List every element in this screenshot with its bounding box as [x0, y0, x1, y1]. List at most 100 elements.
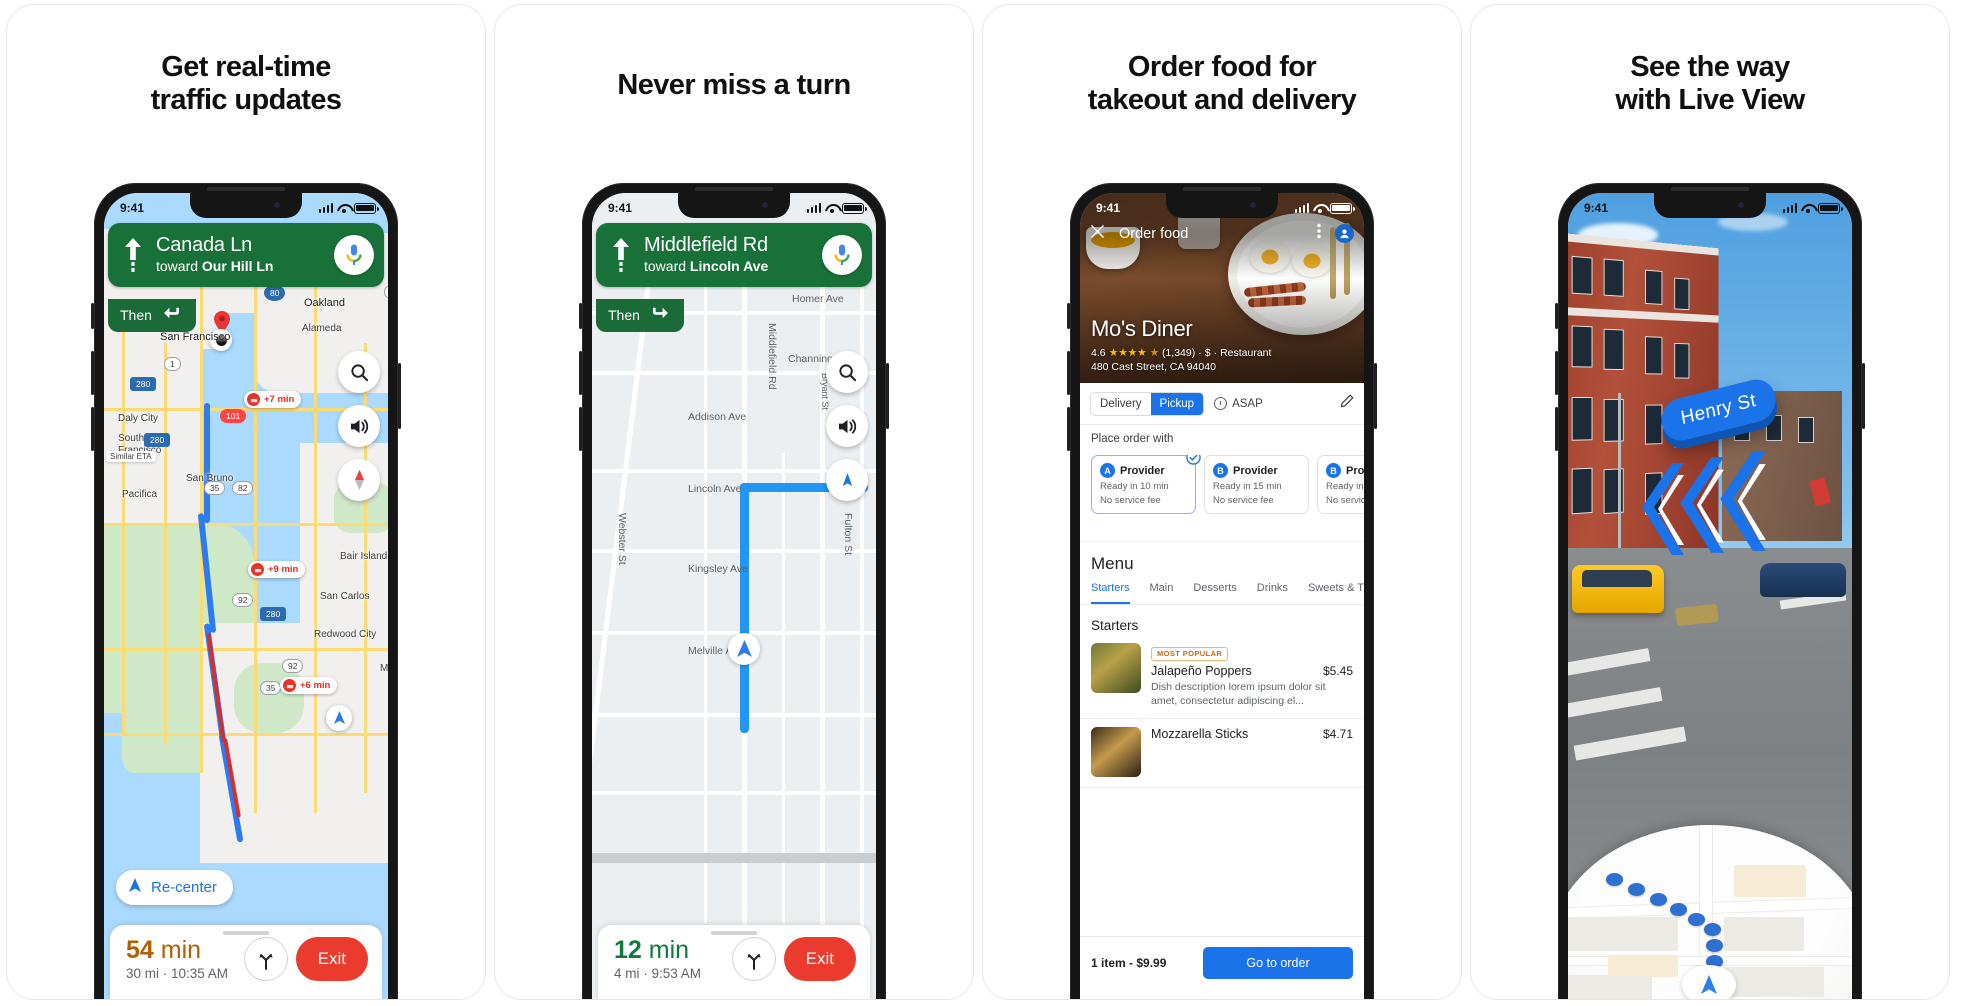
screenshot-gallery: Get real-time traffic updates San Franci…: [0, 0, 1964, 1006]
rating-value: 4.6: [1091, 346, 1106, 359]
provider-list[interactable]: A Provider Ready in 10 min No service fe…: [1091, 455, 1364, 514]
phone-screen: San Francisco Oakland Alameda Daly City …: [104, 193, 388, 999]
card-title: See the way with Live View: [1615, 51, 1805, 117]
order-item-summary: 1 item - $9.99: [1091, 956, 1167, 970]
drag-handle[interactable]: [711, 930, 757, 935]
map-label: San Carlos: [320, 591, 370, 602]
volume-down-button: [91, 407, 94, 451]
traffic-alert-chip[interactable]: +6 min: [280, 677, 338, 694]
volume-icon[interactable]: [826, 405, 868, 447]
power-button: [886, 363, 889, 429]
drag-handle[interactable]: [223, 930, 269, 935]
exit-navigation-button[interactable]: Exit: [295, 936, 368, 981]
taxi-vehicle: [1572, 565, 1664, 613]
account-avatar-icon[interactable]: [1335, 224, 1354, 243]
navigation-instruction-banner: Canada Ln toward Our Hill Ln: [108, 223, 384, 288]
map-label: Pacifica: [122, 489, 158, 500]
tab-sweets-treats[interactable]: Sweets & Treats: [1308, 582, 1364, 604]
then-step-chip: Then: [108, 299, 196, 332]
menu-heading: Menu: [1091, 554, 1134, 573]
silent-switch: [1555, 303, 1558, 329]
restaurant-summary: Mo's Diner 4.6 ★★★★ ★ (1,349) · $ · Resta…: [1091, 316, 1271, 373]
nav-toward-street: Lincoln Ave: [689, 257, 769, 274]
order-food-title: Order food: [1119, 225, 1189, 242]
dish-name: Mozzarella Sticks: [1151, 726, 1249, 741]
wifi-icon: [1801, 203, 1814, 213]
dish-thumbnail: [1091, 643, 1141, 693]
screenshot-card-food: Order food for takeout and delivery Orde…: [982, 4, 1462, 1000]
navigation-arrow-icon: [128, 878, 142, 897]
power-button: [398, 363, 401, 429]
wifi-icon: [337, 203, 350, 213]
phone-notch: [1654, 193, 1766, 218]
alternate-routes-icon[interactable]: [731, 936, 776, 981]
restaurant-hero-image: Order food Mo's Diner 4.6 ★★★★ ★ (1,349)…: [1080, 193, 1364, 383]
silent-switch: [579, 303, 582, 329]
provider-card[interactable]: A Provider Ready in 10 min No service fe…: [1091, 455, 1201, 514]
review-count: (1,349): [1161, 346, 1196, 359]
volume-icon[interactable]: [338, 405, 380, 447]
google-assistant-mic-icon[interactable]: [822, 235, 862, 276]
volume-down-button: [1555, 407, 1558, 451]
status-time: 9:41: [608, 201, 633, 215]
nav-street-name: Canada Ln: [156, 234, 253, 256]
close-icon[interactable]: [1090, 224, 1105, 244]
pickup-option[interactable]: Pickup: [1150, 392, 1204, 415]
menu-category-title: Starters: [1091, 618, 1139, 633]
asap-label: ASAP: [1232, 397, 1263, 410]
provider-card[interactable]: B Provider Ready in 15 min No service fe…: [1204, 455, 1309, 514]
provider-card[interactable]: B Provid Ready in 15 No service f: [1317, 455, 1364, 514]
search-icon[interactable]: [826, 351, 868, 393]
more-vertical-icon[interactable]: [1317, 223, 1321, 244]
menu-category-tabs[interactable]: Starters Main Desserts Drinks Sweets & T…: [1080, 582, 1364, 605]
menu-item[interactable]: Mozzarella Sticks $4.71: [1080, 719, 1364, 788]
provider-name: Provider: [1233, 464, 1278, 477]
street-label: Kingsley Ave: [688, 563, 748, 575]
front-camera-dot: [762, 202, 768, 208]
traffic-alert-chip[interactable]: +9 min: [248, 561, 306, 578]
power-button: [1374, 363, 1377, 429]
pencil-edit-icon[interactable]: [1340, 394, 1354, 413]
delivery-option[interactable]: Delivery: [1091, 393, 1151, 415]
traffic-alert-chip[interactable]: +7 min: [244, 391, 302, 408]
menu-item[interactable]: MOST POPULAR Jalapeño Poppers $5.45 Dish…: [1080, 641, 1364, 719]
then-label: Then: [120, 306, 152, 323]
tab-starters[interactable]: Starters: [1091, 582, 1130, 604]
compass-icon[interactable]: [826, 459, 868, 501]
screenshot-card-turn: Never miss a turn Homer Ave Channing Ave…: [494, 4, 974, 1000]
fulfillment-toggle[interactable]: Delivery Pickup: [1090, 391, 1205, 416]
navigation-bottom-bar: 54 min 30 mi · 10:35 AM Exit: [110, 924, 382, 999]
vehicle-position-marker: [326, 705, 352, 731]
card-title: Never miss a turn: [617, 69, 851, 101]
tab-main[interactable]: Main: [1150, 582, 1174, 604]
go-to-order-button[interactable]: Go to order: [1203, 947, 1353, 979]
phone-notch: [190, 193, 302, 218]
google-assistant-mic-icon[interactable]: [334, 235, 374, 276]
menu-section: Menu Starters Main Desserts Drinks Sweet…: [1080, 541, 1364, 788]
route-shield: 101: [220, 409, 247, 423]
route-shield: 280: [144, 433, 171, 447]
map-label: Daly City: [118, 413, 159, 424]
traffic-car-icon: [251, 563, 264, 576]
provider-ready-time: Ready in 10 min: [1100, 481, 1169, 492]
compass-icon[interactable]: [338, 459, 380, 501]
search-icon[interactable]: [338, 351, 380, 393]
recenter-button[interactable]: Re-center: [116, 870, 233, 905]
asap-time-selector[interactable]: ASAP: [1214, 397, 1263, 410]
volume-up-button: [1555, 351, 1558, 395]
similar-eta-label: Similar ETA: [106, 451, 156, 462]
front-camera-dot: [1738, 202, 1744, 208]
price-level: $: [1204, 346, 1211, 359]
alternate-routes-icon[interactable]: [243, 936, 288, 981]
traffic-alert-label: +7 min: [264, 394, 295, 405]
current-position-marker: [728, 633, 760, 665]
live-view-camera-feed[interactable]: Henry St: [1568, 193, 1852, 999]
status-time: 9:41: [1096, 201, 1121, 215]
order-options-row: Delivery Pickup ASAP: [1080, 383, 1364, 425]
tab-desserts[interactable]: Desserts: [1193, 582, 1236, 604]
nav-toward-street: Our Hill Ln: [201, 257, 274, 274]
tab-drinks[interactable]: Drinks: [1257, 582, 1288, 604]
exit-navigation-button[interactable]: Exit: [783, 936, 856, 981]
battery-icon: [1330, 202, 1355, 214]
phone-screen: Henry St 9:41: [1568, 193, 1852, 999]
